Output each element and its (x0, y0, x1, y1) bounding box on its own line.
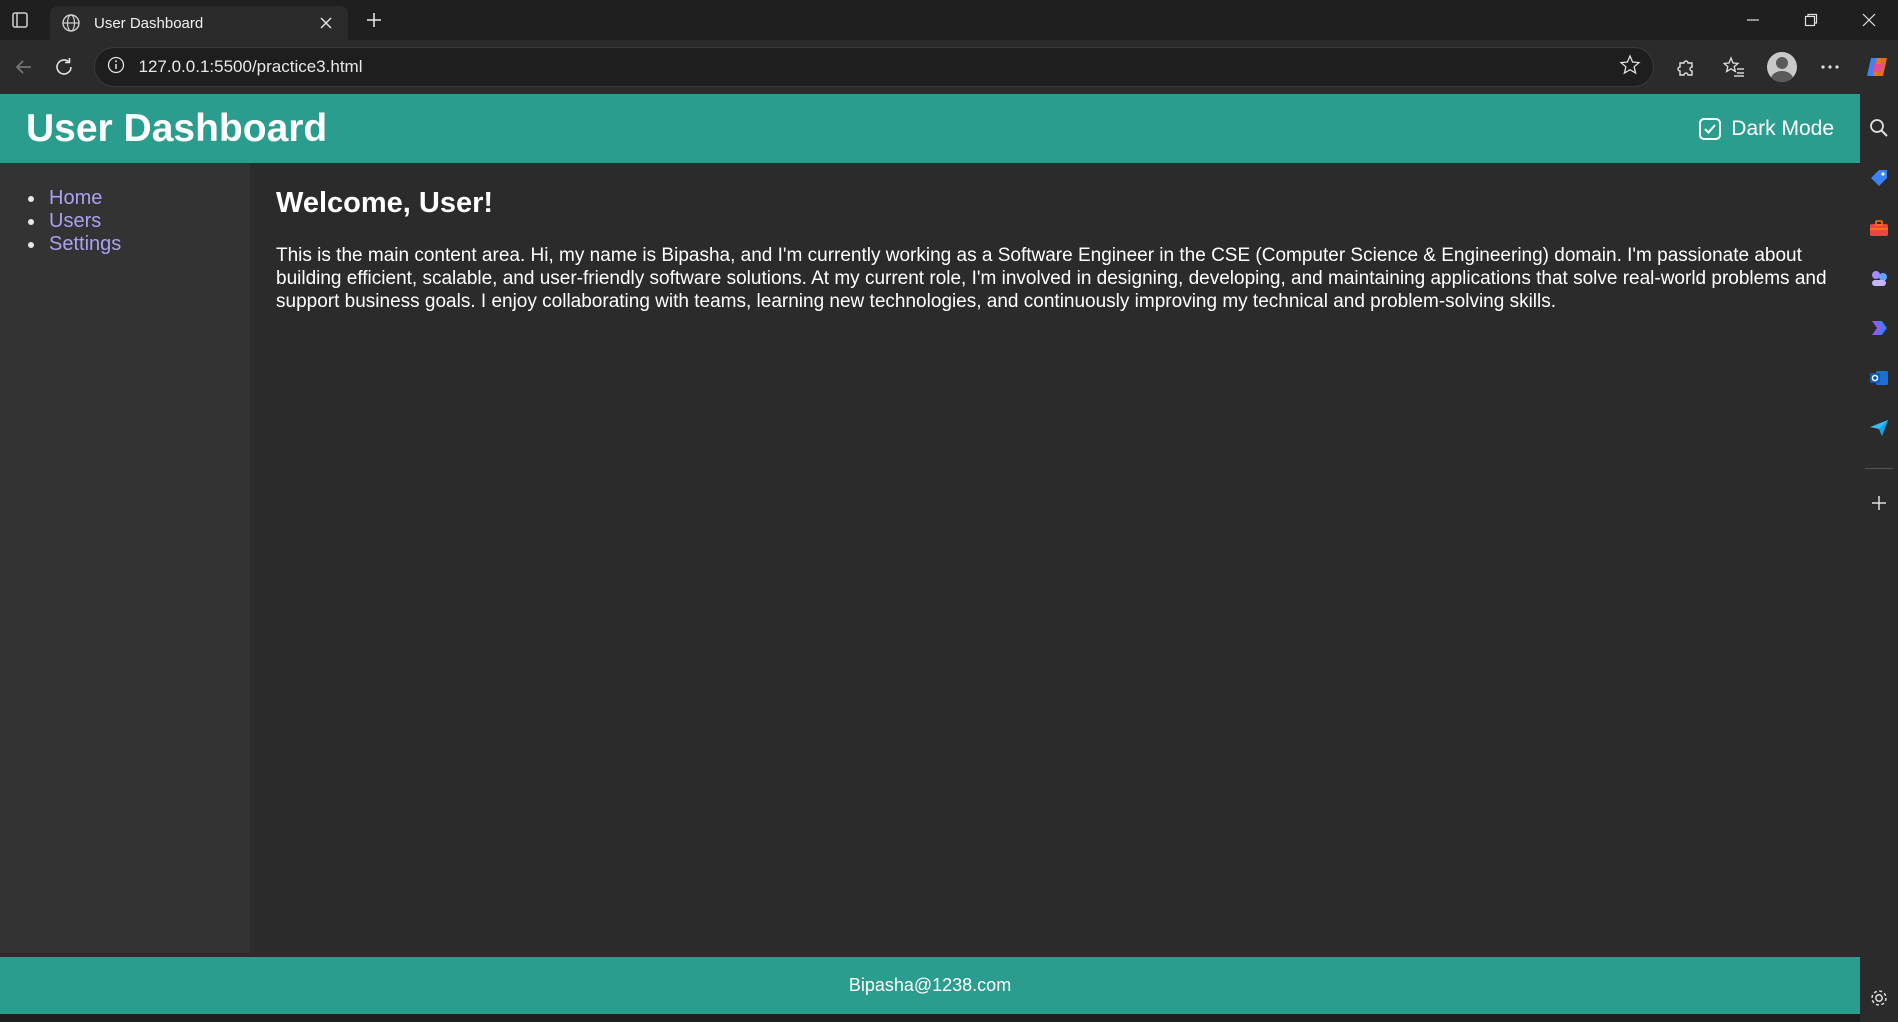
tab-title: User Dashboard (94, 14, 204, 32)
sidebar-item-users: Users (28, 210, 250, 233)
copilot-sidebar-icon[interactable] (1863, 312, 1895, 344)
nav-link-home[interactable]: Home (49, 187, 102, 210)
puzzle-icon[interactable] (1666, 47, 1706, 87)
nav-link-users[interactable]: Users (49, 210, 101, 233)
games-icon[interactable] (1863, 262, 1895, 294)
welcome-heading: Welcome, User! (276, 187, 494, 219)
web-page: User Dashboard Dark Mode Home Users Sett… (0, 94, 1860, 1014)
info-icon[interactable] (107, 56, 125, 79)
tab-strip: User Dashboard (0, 0, 1898, 40)
add-icon[interactable] (1863, 487, 1895, 519)
globe-icon (60, 12, 82, 34)
dark-mode-label: Dark Mode (1731, 116, 1834, 140)
edge-sidebar (1860, 94, 1898, 1022)
avatar-icon[interactable] (1762, 47, 1802, 87)
tab-actions-icon[interactable] (0, 0, 40, 40)
sidebar-item-home: Home (28, 187, 250, 210)
more-icon[interactable] (1810, 47, 1850, 87)
restore-icon[interactable] (1782, 0, 1840, 40)
dark-mode-checkbox[interactable] (1699, 117, 1722, 140)
send-icon[interactable] (1863, 412, 1895, 444)
browser-tab[interactable]: User Dashboard (50, 6, 348, 40)
back-arrow-icon[interactable] (4, 47, 44, 87)
nav-link-settings[interactable]: Settings (49, 233, 121, 256)
footer-email: Bipasha@1238.com (848, 975, 1012, 995)
page-header: User Dashboard Dark Mode (0, 94, 1860, 163)
copilot-icon[interactable] (1858, 47, 1898, 87)
reload-icon[interactable] (44, 47, 84, 87)
browser-toolbar: 127.0.0.1:5500/practice3.html (0, 40, 1898, 94)
gear-icon[interactable] (1863, 982, 1895, 1014)
bullet (28, 241, 34, 248)
close-icon[interactable] (314, 11, 338, 35)
window-close-icon[interactable] (1840, 0, 1898, 40)
bullet (28, 218, 34, 225)
address-bar[interactable]: 127.0.0.1:5500/practice3.html (93, 47, 1654, 87)
window-controls (1724, 0, 1898, 40)
page-title: User Dashboard (26, 106, 328, 150)
toolbox-icon[interactable] (1863, 212, 1895, 244)
bottom-strip (0, 1014, 1860, 1022)
plus-icon[interactable] (354, 0, 394, 40)
page-footer: Bipasha@1238.com (0, 957, 1860, 1014)
main-content: Welcome, User! This is the main content … (250, 163, 1860, 953)
sidebar: Home Users Settings (0, 163, 250, 953)
intro-paragraph: This is the main content area. Hi, my na… (276, 245, 1827, 312)
dark-mode-toggle[interactable]: Dark Mode (1699, 117, 1834, 141)
outlook-icon[interactable] (1863, 362, 1895, 394)
sidebar-divider (1865, 468, 1893, 469)
star-icon[interactable] (1619, 53, 1641, 81)
minimize-icon[interactable] (1724, 0, 1782, 40)
favorites-list-icon[interactable] (1714, 47, 1754, 87)
search-icon[interactable] (1863, 112, 1895, 144)
tag-icon[interactable] (1863, 162, 1895, 194)
url-text[interactable]: 127.0.0.1:5500/practice3.html (139, 57, 1620, 77)
sidebar-item-settings: Settings (28, 233, 250, 256)
bullet (28, 195, 34, 202)
